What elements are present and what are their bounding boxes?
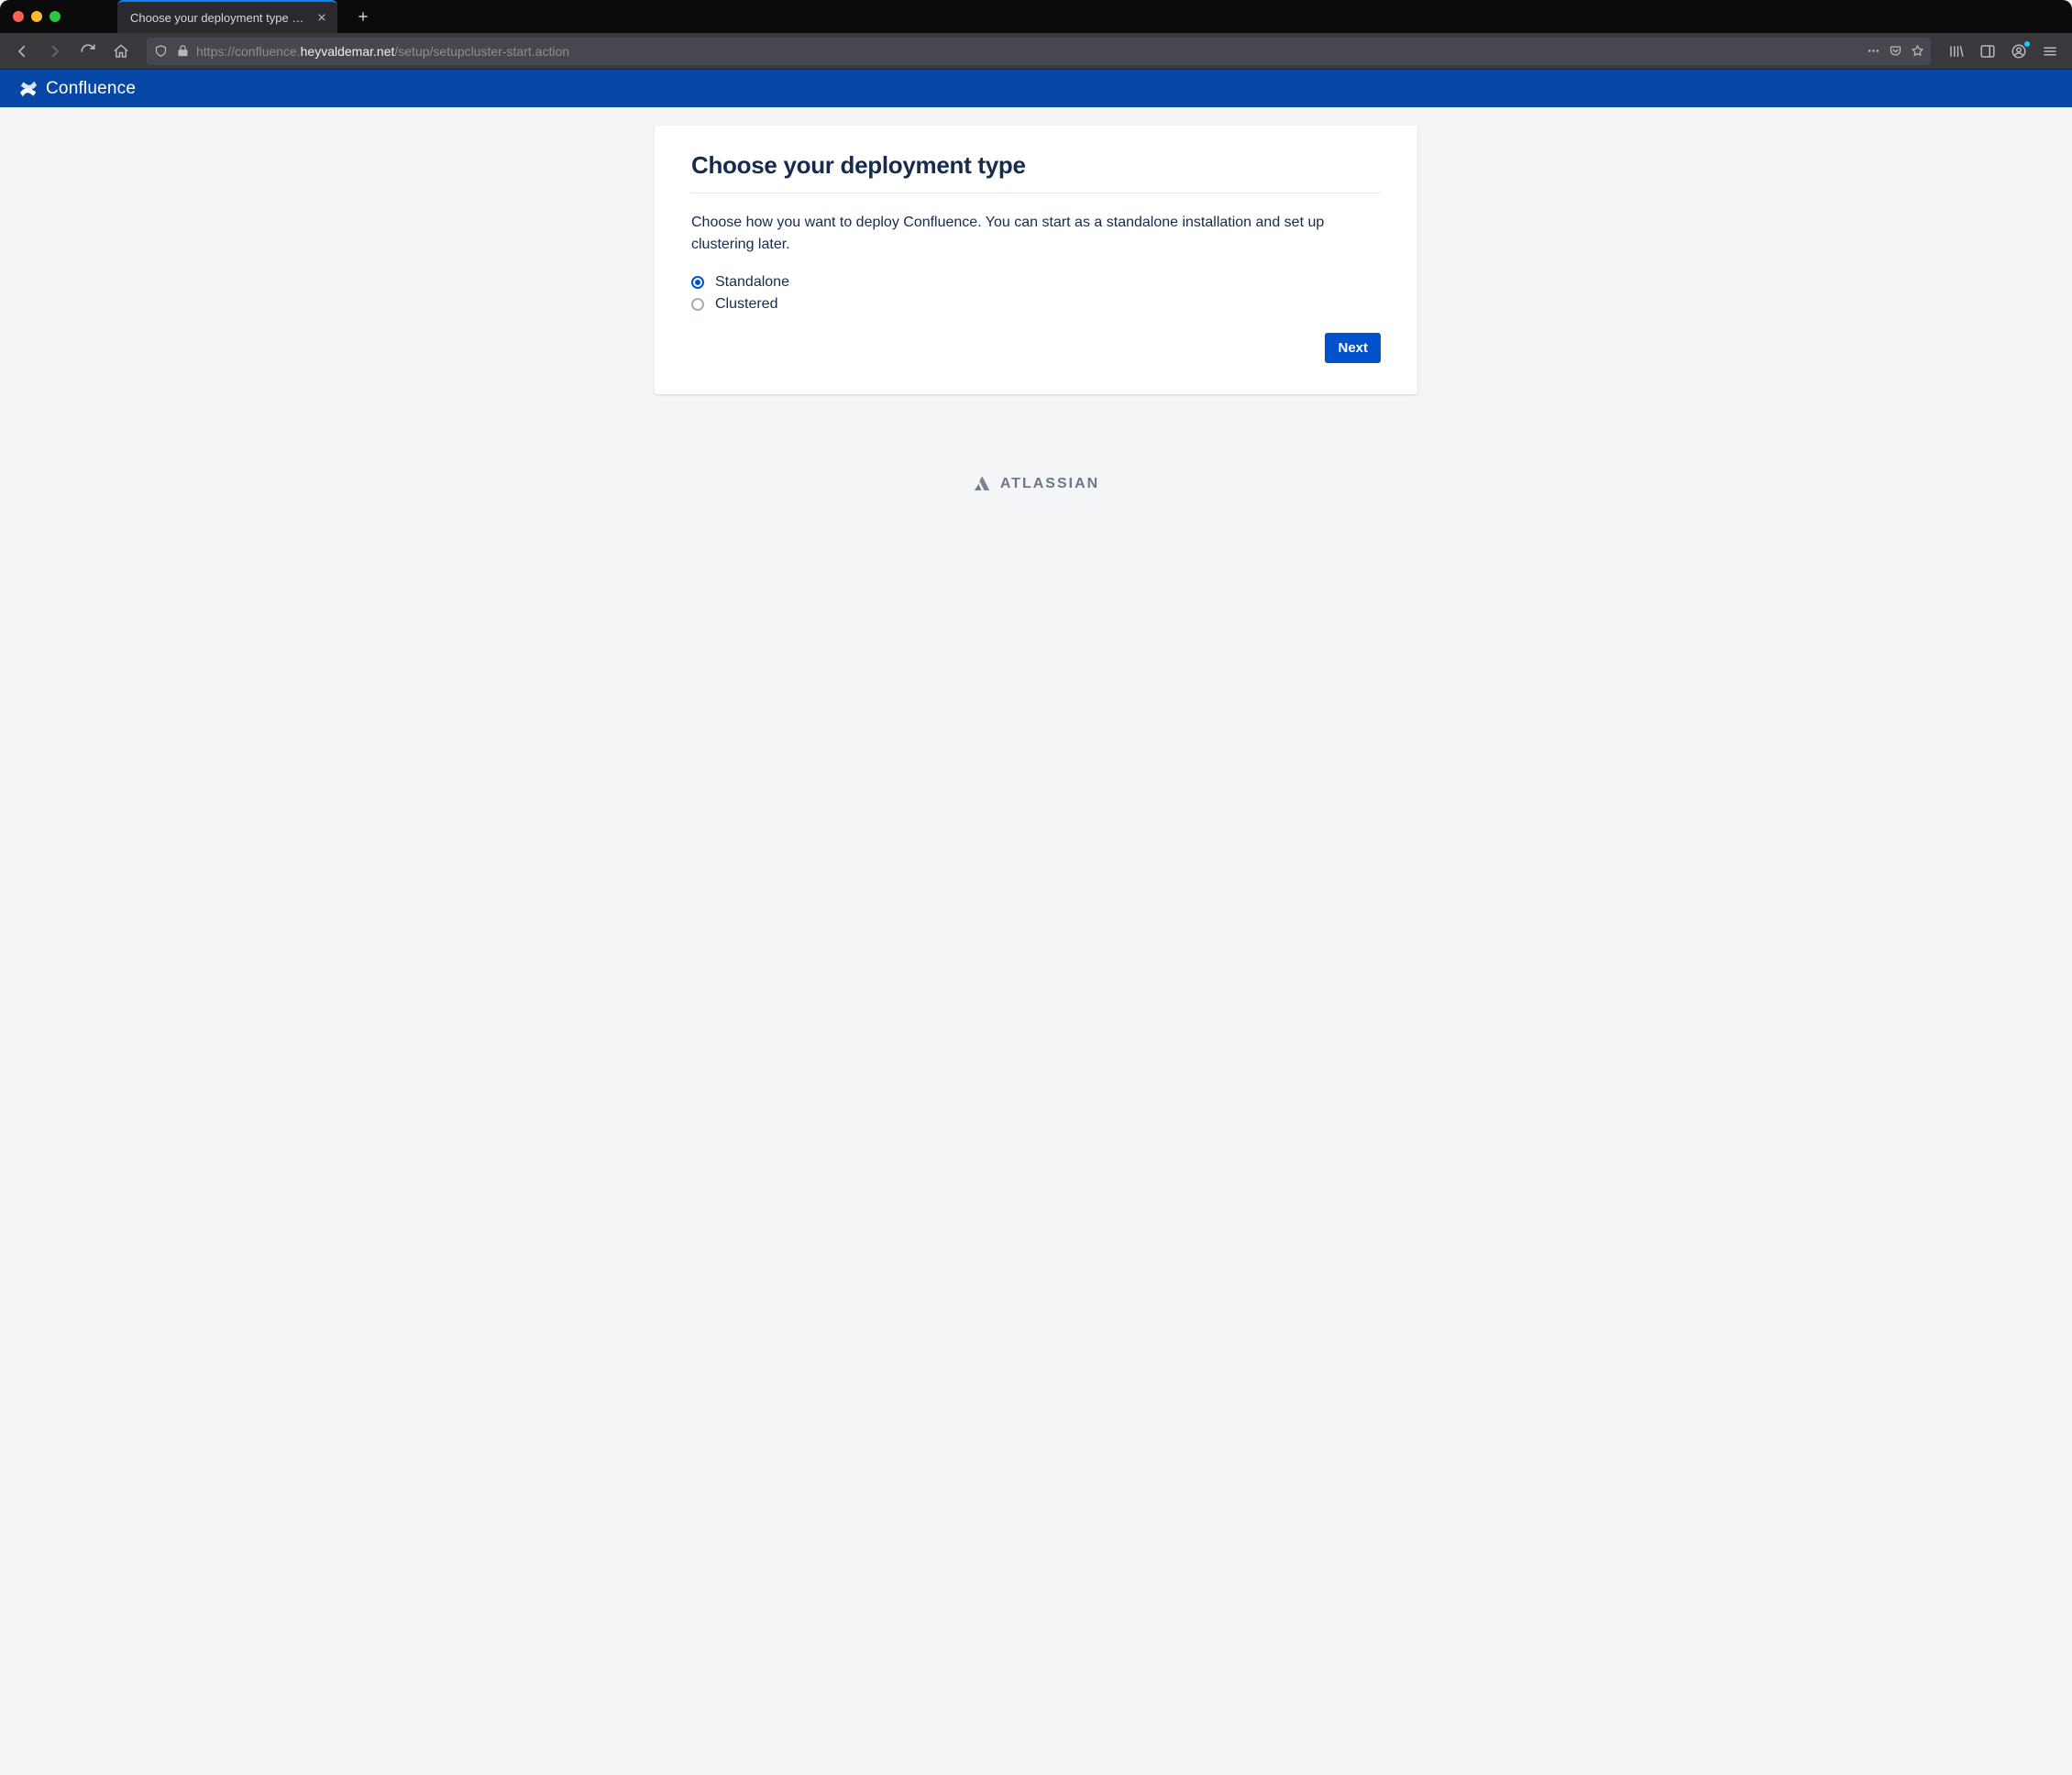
url-text: https://confluence.heyvaldemar.net/setup… — [196, 44, 1859, 59]
confluence-logo-icon — [18, 79, 39, 99]
footer-brand-text: ATLASSIAN — [1000, 476, 1099, 492]
next-button[interactable]: Next — [1325, 333, 1381, 363]
browser-window: Choose your deployment type - Co — [0, 0, 2072, 1775]
url-path: /setup/setupcluster-start.action — [394, 44, 569, 59]
deployment-type-group: Standalone Clustered — [691, 274, 1381, 313]
radio-standalone[interactable] — [691, 276, 704, 289]
sidebar-icon[interactable] — [1973, 37, 2002, 66]
tab-title: Choose your deployment type - Co — [130, 11, 306, 25]
account-notification-dot — [2023, 40, 2031, 48]
url-scheme-host-prefix: https://confluence. — [196, 44, 301, 59]
back-button[interactable] — [7, 37, 37, 66]
atlassian-logo-icon — [973, 475, 991, 493]
pocket-icon[interactable] — [1887, 43, 1903, 60]
address-bar[interactable]: https://confluence.heyvaldemar.net/setup… — [147, 38, 1931, 65]
window-close-button[interactable] — [13, 11, 24, 22]
lock-icon — [174, 43, 191, 60]
option-clustered-label: Clustered — [715, 296, 777, 313]
app-header: Confluence — [0, 70, 2072, 107]
page-title: Choose your deployment type — [691, 151, 1381, 180]
footer-brand: ATLASSIAN — [0, 475, 2072, 493]
account-icon[interactable] — [2004, 37, 2033, 66]
window-minimize-button[interactable] — [31, 11, 42, 22]
forward-button[interactable] — [40, 37, 70, 66]
url-host-main: heyvaldemar.net — [301, 44, 395, 59]
tab-close-button[interactable] — [315, 11, 328, 24]
window-controls — [7, 11, 66, 22]
reload-button[interactable] — [73, 37, 103, 66]
confluence-logo: Confluence — [18, 79, 136, 99]
option-clustered[interactable]: Clustered — [691, 296, 1381, 313]
setup-card: Choose your deployment type Choose how y… — [655, 126, 1417, 394]
option-standalone[interactable]: Standalone — [691, 274, 1381, 291]
product-name: Confluence — [46, 79, 136, 99]
window-zoom-button[interactable] — [50, 11, 61, 22]
new-tab-button[interactable] — [350, 4, 376, 29]
page-viewport: Confluence Choose your deployment type C… — [0, 70, 2072, 1775]
option-standalone-label: Standalone — [715, 274, 789, 291]
app-menu-icon[interactable] — [2035, 37, 2065, 66]
library-icon[interactable] — [1942, 37, 1971, 66]
actions-row: Next — [691, 333, 1381, 363]
toolbar-right — [1942, 37, 2065, 66]
bookmark-star-icon[interactable] — [1909, 43, 1925, 60]
browser-toolbar: https://confluence.heyvaldemar.net/setup… — [0, 33, 2072, 70]
home-button[interactable] — [106, 37, 136, 66]
browser-tab[interactable]: Choose your deployment type - Co — [117, 0, 337, 33]
page-description: Choose how you want to deploy Confluence… — [691, 212, 1381, 256]
shield-icon — [152, 43, 169, 60]
tab-strip: Choose your deployment type - Co — [0, 0, 2072, 33]
page-actions-icon[interactable] — [1865, 43, 1881, 60]
radio-clustered[interactable] — [691, 298, 704, 311]
content-wrap: Choose your deployment type Choose how y… — [0, 107, 2072, 449]
